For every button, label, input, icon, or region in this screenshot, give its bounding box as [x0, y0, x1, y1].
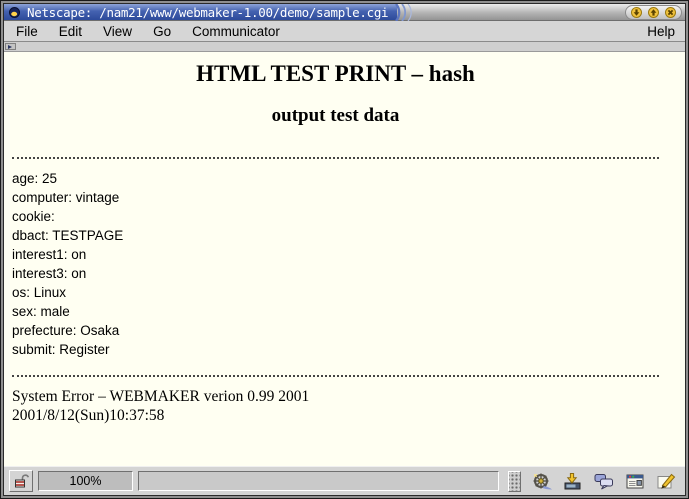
menu-item-help[interactable]: Help	[647, 24, 675, 39]
form-data-line: interest3: on	[12, 264, 685, 283]
menu-item[interactable]: Communicator	[192, 24, 280, 39]
form-data-line: os: Linux	[12, 283, 685, 302]
window-frame: Netscape: /nam21/www/webmaker-1.00/demo/…	[3, 3, 686, 496]
window-title: Netscape: /nam21/www/webmaker-1.00/demo/…	[27, 5, 388, 20]
mailbox-button[interactable]	[559, 470, 587, 493]
page-title: HTML TEST PRINT – hash	[12, 61, 659, 87]
collapsed-toolbar-strip	[4, 42, 685, 52]
toolbar-collapse-tab[interactable]	[5, 43, 16, 50]
maximize-button[interactable]	[646, 7, 661, 18]
component-bar	[508, 470, 680, 493]
statusbar: 100%	[4, 466, 685, 495]
navigator-button[interactable]	[528, 470, 556, 493]
horizontal-rule	[12, 375, 659, 377]
progress-value: 100%	[70, 474, 102, 488]
address-book-icon	[624, 472, 646, 491]
horizontal-rule	[12, 157, 659, 159]
composer-button[interactable]	[652, 470, 680, 493]
timestamp-line: 2001/8/12(Sun)10:37:58	[12, 406, 685, 425]
netscape-window: Netscape: /nam21/www/webmaker-1.00/demo/…	[0, 0, 689, 499]
titlebar[interactable]: Netscape: /nam21/www/webmaker-1.00/demo/…	[4, 4, 685, 21]
form-data-line: dbact: TESTPAGE	[12, 226, 685, 245]
discussions-button[interactable]	[590, 470, 618, 493]
form-data-line: sex: male	[12, 302, 685, 321]
security-lock-button[interactable]	[9, 470, 33, 492]
browser-content: HTML TEST PRINT – hash output test data …	[4, 52, 685, 466]
titlebar-arc-decoration	[395, 4, 419, 21]
mailbox-icon	[562, 472, 584, 491]
status-message-area	[138, 471, 499, 491]
menu-item[interactable]: View	[103, 24, 132, 39]
window-controls	[625, 5, 682, 20]
address-book-button[interactable]	[621, 470, 649, 493]
form-data-line: interest1: on	[12, 245, 685, 264]
menubar: File Edit View Go Communicator Help	[4, 21, 685, 42]
system-error-line: System Error – WEBMAKER verion 0.99 2001	[12, 387, 685, 406]
component-bar-grip[interactable]	[508, 471, 521, 492]
form-data-line: submit: Register	[12, 340, 685, 359]
composer-icon	[655, 472, 677, 491]
navigator-wheel-icon	[531, 472, 553, 491]
zoom-progress-indicator: 100%	[38, 471, 133, 491]
menu-item[interactable]: File	[16, 24, 38, 39]
minimize-button[interactable]	[629, 7, 644, 18]
security-lock-icon	[13, 473, 29, 489]
page-subtitle: output test data	[12, 105, 659, 127]
discussions-icon	[593, 472, 615, 491]
system-message: System Error – WEBMAKER verion 0.99 2001…	[12, 387, 685, 425]
close-button[interactable]	[663, 7, 678, 18]
menu-item[interactable]: Go	[153, 24, 171, 39]
form-data-line: prefecture: Osaka	[12, 321, 685, 340]
window-menu-icon[interactable]	[9, 6, 21, 18]
form-data-line: cookie:	[12, 207, 685, 226]
form-data-line: computer: vintage	[12, 188, 685, 207]
form-data-list: age: 25 computer: vintage cookie: dbact:…	[12, 169, 685, 359]
menu-items: File Edit View Go Communicator	[16, 24, 280, 39]
titlebar-title-area: Netscape: /nam21/www/webmaker-1.00/demo/…	[4, 4, 397, 20]
form-data-line: age: 25	[12, 169, 685, 188]
menu-item[interactable]: Edit	[59, 24, 82, 39]
